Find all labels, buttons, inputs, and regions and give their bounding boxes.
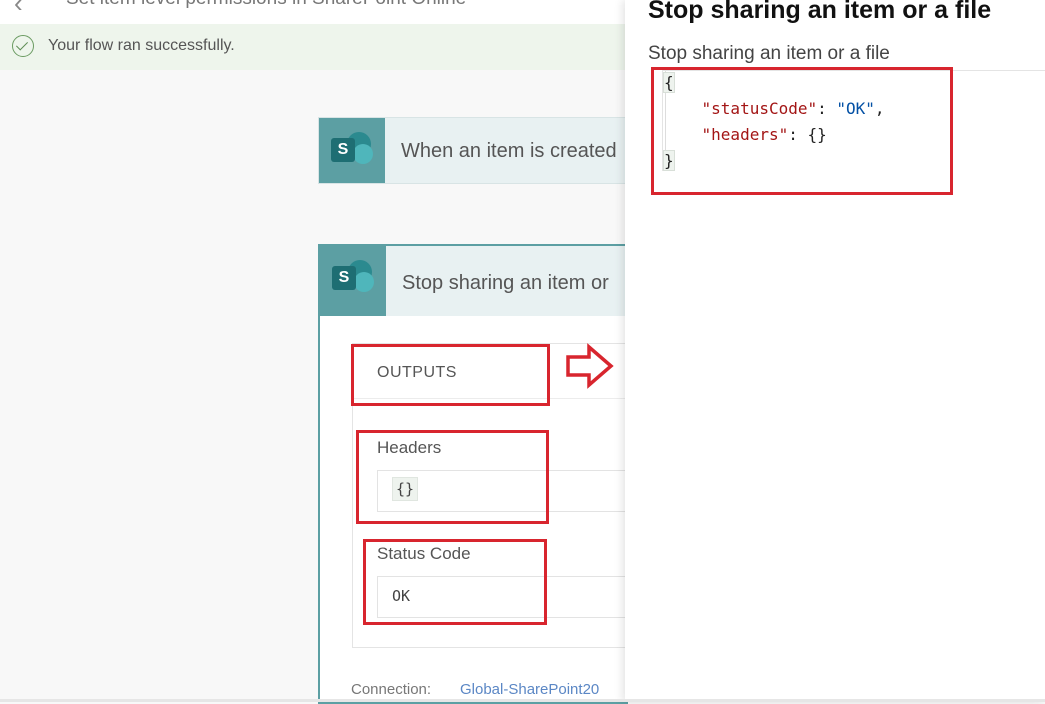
trigger-step-card[interactable]: S When an item is created xyxy=(318,117,628,184)
flow-header: ‹ Set item level permissions in SharePoi… xyxy=(0,0,625,24)
annotation-box-json xyxy=(651,67,953,195)
annotation-box-headers xyxy=(356,430,549,524)
sharepoint-icon: S xyxy=(332,260,376,298)
connector-tile: S xyxy=(319,118,385,183)
banner-message: Your flow ran successfully. xyxy=(48,37,235,54)
action-step-header[interactable]: S Stop sharing an item or xyxy=(320,246,626,316)
flow-title: Set item level permissions in SharePoint… xyxy=(66,0,466,10)
annotation-box-outputs xyxy=(351,344,550,406)
panel-title: Stop sharing an item or a file xyxy=(648,0,992,24)
trigger-step-title: When an item is created xyxy=(401,140,617,162)
connection-label: Connection: xyxy=(351,681,432,698)
success-banner: Your flow ran successfully. xyxy=(0,24,625,70)
connector-tile: S xyxy=(320,246,386,316)
panel-subtitle: Stop sharing an item or a file xyxy=(648,43,890,64)
action-step-title: Stop sharing an item or xyxy=(402,272,609,294)
annotation-box-status-code xyxy=(363,539,547,625)
arrow-right-icon xyxy=(566,343,614,389)
connection-link[interactable]: Global-SharePoint20 xyxy=(460,681,599,698)
back-icon[interactable]: ‹ xyxy=(14,0,23,19)
sharepoint-icon: S xyxy=(331,132,375,170)
output-details-panel: Stop sharing an item or a file Stop shar… xyxy=(625,0,1045,702)
checkmark-circle-icon xyxy=(12,35,34,57)
